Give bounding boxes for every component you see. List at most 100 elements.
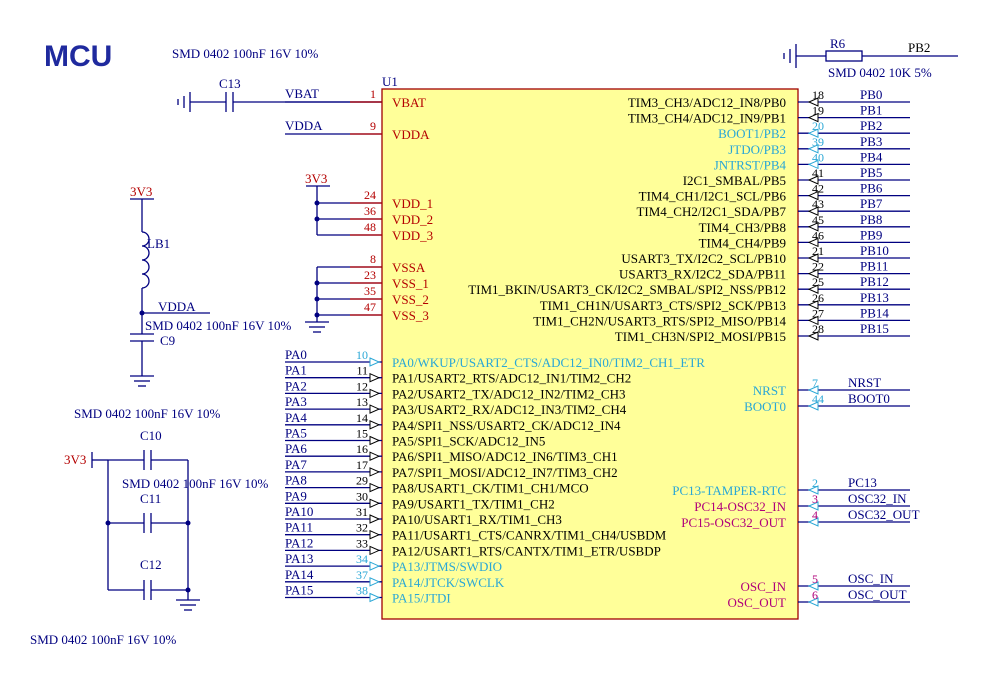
power-pin-name: VSS_2 xyxy=(392,292,429,307)
r6-value: SMD 0402 10K 5% xyxy=(828,65,932,80)
power-pin-name: VSS_1 xyxy=(392,276,429,291)
pa-net-label: PA14 xyxy=(285,567,314,582)
pa-net-label: PA11 xyxy=(285,520,313,535)
pa-net-label: PA8 xyxy=(285,473,307,488)
misc-pin-name: BOOT0 xyxy=(744,399,786,414)
pb-net-label: PB7 xyxy=(860,196,883,211)
pb-pin-number: 39 xyxy=(812,135,824,149)
pa-pin-name: PA15/JTDI xyxy=(392,591,451,606)
lb1-vdda-label: VDDA xyxy=(158,299,196,314)
c9-value: SMD 0402 100nF 16V 10% xyxy=(145,318,292,333)
pb-pin-number: 27 xyxy=(812,306,824,320)
pa-pin-name: PA8/USART1_CK/TIM1_CH1/MCO xyxy=(392,481,589,496)
pin-arrow xyxy=(369,451,381,461)
pa-pin-name: PA10/USART1_RX/TIM1_CH3 xyxy=(392,512,562,527)
pb-pin-name: JNTRST/PB4 xyxy=(714,157,787,172)
misc-net-label: OSC_OUT xyxy=(848,587,907,602)
power-pin-name: VBAT xyxy=(392,95,426,110)
pb-net-label: PB2 xyxy=(860,118,882,133)
c9-label: C9 xyxy=(160,333,175,348)
power-pin-number: 47 xyxy=(364,300,376,314)
pb-pin-name: TIM4_CH1/I2C1_SCL/PB6 xyxy=(639,189,787,204)
pin-arrow xyxy=(369,482,381,493)
pb-pin-number: 46 xyxy=(812,228,824,242)
pb-pin-number: 43 xyxy=(812,197,824,211)
pb-pin-number: 20 xyxy=(812,119,824,133)
pa-pin-name: PA3/USART2_RX/ADC12_IN3/TIM2_CH4 xyxy=(392,402,627,417)
pb-pin-name: TIM1_BKIN/USART3_CK/I2C2_SMBAL/SPI2_NSS/… xyxy=(468,282,786,297)
power-pin-number: 36 xyxy=(364,204,376,218)
pa-pin-number: 14 xyxy=(356,411,368,425)
pa-net-label: PA2 xyxy=(285,378,307,393)
pa-pin-name: PA5/SPI1_SCK/ADC12_IN5 xyxy=(392,434,545,449)
schematic-canvas: MCU SMD 0402 100nF 16V 10% SMD 0402 100n… xyxy=(0,0,987,682)
pa-pin-name: PA9/USART1_TX/TIM1_CH2 xyxy=(392,496,555,511)
power-pin-number: 9 xyxy=(370,119,376,133)
pa-pin-number: 34 xyxy=(356,552,368,566)
power-pin-number: 23 xyxy=(364,268,376,282)
pa-pin-number: 15 xyxy=(356,427,368,441)
pb-pin-number: 42 xyxy=(812,182,824,196)
pa-pin-number: 33 xyxy=(356,536,368,550)
power-net-label: VDDA xyxy=(285,118,323,133)
misc-net-label: OSC_IN xyxy=(848,571,894,586)
misc-net-label: OSC32_OUT xyxy=(848,507,920,522)
lb1-label: LB1 xyxy=(147,236,170,251)
pa-pin-number: 30 xyxy=(356,489,368,503)
pin-arrow xyxy=(369,592,381,603)
pb-pin-name: TIM3_CH4/ADC12_IN9/PB1 xyxy=(628,111,786,126)
pb-pin-number: 19 xyxy=(812,104,824,118)
pb-pin-name: TIM1_CH1N/USART3_CTS/SPI2_SCK/PB13 xyxy=(540,298,786,313)
pa-pin-number: 13 xyxy=(356,395,368,409)
pb-net-label: PB1 xyxy=(860,103,882,118)
pin-arrow xyxy=(369,420,381,430)
power-pin-number: 8 xyxy=(370,252,376,266)
pa-net-label: PA1 xyxy=(285,363,307,378)
note-c12: SMD 0402 100nF 16V 10% xyxy=(30,632,177,647)
pb-pin-name: TIM4_CH2/I2C1_SDA/PB7 xyxy=(636,204,786,219)
pb-pin-number: 22 xyxy=(812,260,824,274)
c11-label: C11 xyxy=(140,491,161,506)
pb-net-label: PB14 xyxy=(860,305,889,320)
misc-pin-number: 3 xyxy=(812,492,818,506)
misc-pin-number: 7 xyxy=(812,376,818,390)
pa-pin-number: 17 xyxy=(356,458,368,472)
pb-pin-number: 25 xyxy=(812,275,824,289)
power-pin-name: VDD_3 xyxy=(392,228,433,243)
pa-net-label: PA5 xyxy=(285,426,307,441)
power-pin-number: 35 xyxy=(364,284,376,298)
pa-pin-number: 38 xyxy=(356,584,368,598)
pa-pin-number: 31 xyxy=(356,505,368,519)
pa-pin-name: PA11/USART1_CTS/CANRX/TIM1_CH4/USBDM xyxy=(392,528,667,543)
pa-pin-name: PA13/JTMS/SWDIO xyxy=(392,559,502,574)
pb-net-label: PB0 xyxy=(860,87,882,102)
vdd-3v3-label: 3V3 xyxy=(305,171,327,186)
pb-pin-number: 40 xyxy=(812,150,824,164)
pb-pin-number: 18 xyxy=(812,88,824,102)
pin-arrow xyxy=(369,577,381,587)
pb-net-label: PB9 xyxy=(860,227,882,242)
pa-net-label: PA4 xyxy=(285,410,307,425)
pa-net-label: PA6 xyxy=(285,441,307,456)
pa-pin-name: PA2/USART2_TX/ADC12_IN2/TIM2_CH3 xyxy=(392,386,625,401)
c13-network: C13 xyxy=(177,76,382,112)
power-pin-number: 1 xyxy=(370,87,376,101)
misc-pin-number: 5 xyxy=(812,572,818,586)
misc-net-label: BOOT0 xyxy=(848,391,890,406)
pb-pin-name: TIM3_CH3/ADC12_IN8/PB0 xyxy=(628,95,786,110)
pin-arrow xyxy=(369,388,381,399)
misc-pin-name: PC13-TAMPER-RTC xyxy=(672,483,786,498)
power-net-label: VBAT xyxy=(285,86,319,101)
pb-pin-number: 26 xyxy=(812,291,824,305)
misc-pin-number: 4 xyxy=(812,508,818,522)
pa-net-label: PA9 xyxy=(285,488,307,503)
pb-pin-number: 45 xyxy=(812,213,824,227)
misc-pin-number: 6 xyxy=(812,588,818,602)
pb-pin-name: TIM1_CH3N/SPI2_MOSI/PB15 xyxy=(615,329,786,344)
pin-arrow xyxy=(369,372,381,383)
pb-net-label: PB5 xyxy=(860,165,882,180)
power-pin-name: VDDA xyxy=(392,127,430,142)
power-pin-name: VSS_3 xyxy=(392,308,429,323)
pa-pin-number: 16 xyxy=(356,442,368,456)
u1-designator: U1 xyxy=(382,74,398,89)
